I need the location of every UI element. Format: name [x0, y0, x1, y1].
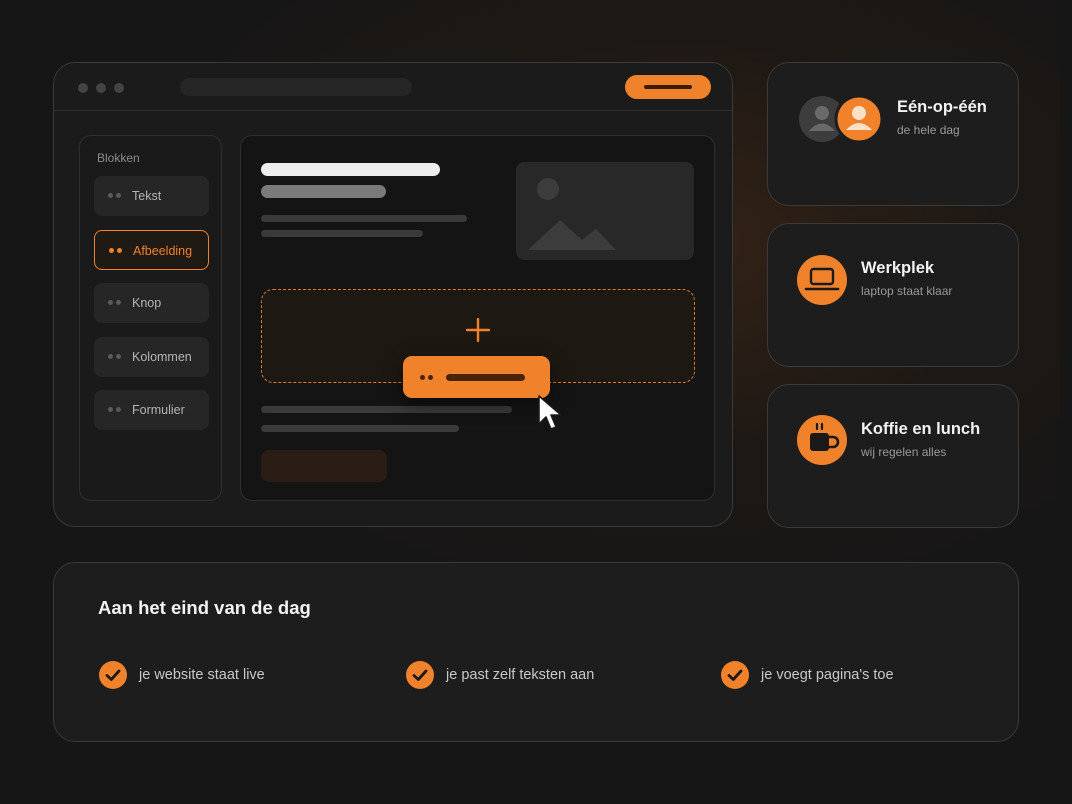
- feature-title: Eén-op-één: [897, 98, 987, 116]
- window-dot-icon: [114, 83, 124, 93]
- check-icon: [721, 661, 749, 689]
- block-formulier[interactable]: Formulier: [94, 390, 209, 430]
- feature-subtitle: de hele dag: [897, 123, 960, 137]
- block-label: Afbeelding: [133, 244, 193, 258]
- user-avatars-icon: [799, 94, 883, 143]
- drag-handle-icon[interactable]: [108, 407, 121, 412]
- summary-item: je voegt pagina's toe: [721, 661, 894, 689]
- summary-item: je past zelf teksten aan: [406, 661, 594, 689]
- summary-item-text: je past zelf teksten aan: [446, 667, 595, 683]
- page-builder-mockup: Blokken Tekst Afbeelding Knop Kolommen F…: [53, 62, 733, 527]
- heading-placeholder: [261, 163, 440, 176]
- plus-icon: [466, 318, 490, 342]
- address-bar[interactable]: [180, 78, 412, 96]
- coffee-cup-icon: [797, 415, 847, 465]
- block-label: Formulier: [132, 403, 185, 417]
- drag-handle-icon[interactable]: [109, 248, 122, 253]
- text-placeholder-line: [261, 215, 467, 222]
- summary-heading: Aan het eind van de dag: [98, 597, 311, 618]
- button-placeholder: [261, 450, 387, 482]
- block-kolommen[interactable]: Kolommen: [94, 337, 209, 377]
- laptop-icon: [797, 255, 847, 305]
- feature-subtitle: wij regelen alles: [861, 445, 947, 459]
- page-canvas: [240, 135, 715, 501]
- block-afbeelding[interactable]: Afbeelding: [94, 230, 209, 270]
- drag-handle-icon[interactable]: [108, 354, 121, 359]
- block-tekst[interactable]: Tekst: [94, 176, 209, 216]
- feature-card-one-on-one: Eén-op-één de hele dag: [767, 62, 1019, 206]
- summary-item: je website staat live: [99, 661, 265, 689]
- text-placeholder-line: [261, 406, 512, 413]
- window-dot-icon: [96, 83, 106, 93]
- check-icon: [406, 661, 434, 689]
- feature-title: Koffie en lunch: [861, 420, 981, 438]
- block-label: Knop: [132, 296, 162, 310]
- image-icon: [528, 178, 616, 250]
- window-dot-icon: [78, 83, 88, 93]
- mouse-pointer-icon: [538, 395, 562, 430]
- block-knop[interactable]: Knop: [94, 283, 209, 323]
- dragged-button-block[interactable]: [403, 356, 550, 398]
- publish-button[interactable]: [625, 75, 711, 99]
- feature-card-werkplek: Werkplek laptop staat klaar: [767, 223, 1019, 367]
- check-icon: [99, 661, 127, 689]
- blocks-panel: Blokken Tekst Afbeelding Knop Kolommen F…: [79, 135, 222, 501]
- window-titlebar: [54, 63, 732, 111]
- blocks-panel-title: Blokken: [97, 151, 140, 165]
- summary-item-text: je voegt pagina's toe: [761, 667, 894, 683]
- summary-card: Aan het eind van de dag je website staat…: [53, 562, 1019, 742]
- feature-card-koffie: Koffie en lunch wij regelen alles: [767, 384, 1019, 528]
- subheading-placeholder: [261, 185, 386, 198]
- summary-item-text: je website staat live: [139, 667, 265, 683]
- image-placeholder: [516, 162, 694, 260]
- feature-subtitle: laptop staat klaar: [861, 284, 953, 298]
- text-placeholder-line: [261, 425, 459, 432]
- block-label: Kolommen: [132, 350, 192, 364]
- text-placeholder-line: [261, 230, 423, 237]
- drag-handle-icon[interactable]: [108, 193, 121, 198]
- feature-title: Werkplek: [861, 259, 935, 277]
- block-label: Tekst: [132, 189, 162, 203]
- drag-handle-icon[interactable]: [108, 300, 121, 305]
